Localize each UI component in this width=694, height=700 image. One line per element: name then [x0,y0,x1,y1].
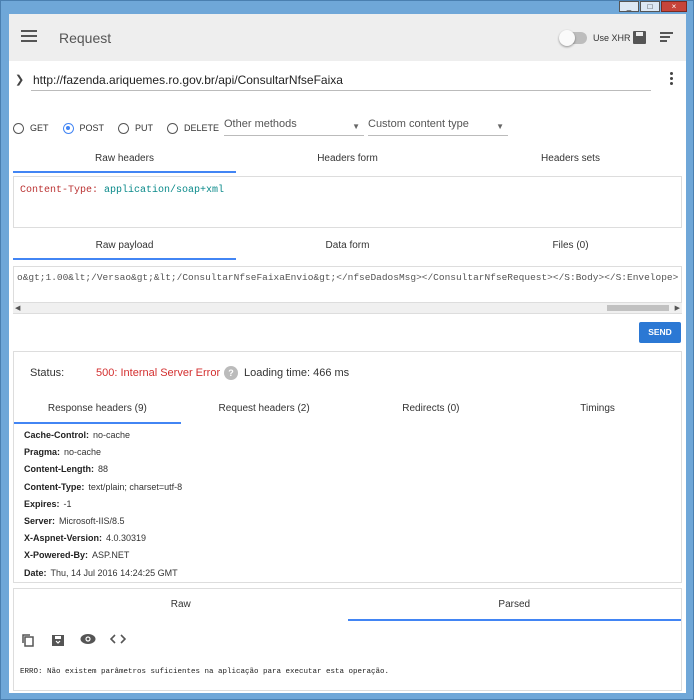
eye-icon[interactable] [80,633,96,647]
header-name: Server: [24,516,56,527]
payload-horizontal-scrollbar[interactable]: ◀ ▶ [13,302,682,313]
title-bar: _ □ × [1,1,693,13]
header-value: ASP.NET [92,550,130,561]
list-item: Expires: -1 [24,496,182,513]
list-item: Content-Length: 88 [24,461,182,478]
url-underline [31,90,651,91]
list-item: Content-Type: text/plain; charset=utf-8 [24,479,182,496]
header-name: Expires: [24,498,60,509]
tab-timings[interactable]: Timings [514,394,681,424]
sort-icon[interactable] [660,32,673,44]
chevron-right-icon[interactable]: ❯ [15,73,24,86]
method-radio-put[interactable]: PUT [118,122,154,134]
tab-raw-headers[interactable]: Raw headers [13,145,236,173]
other-methods-dropdown[interactable]: Other methods ▼ [224,118,364,136]
list-item: X-Aspnet-Version: 4.0.30319 [24,530,182,547]
header-value: Microsoft-IIS/8.5 [59,516,125,527]
tab-parsed[interactable]: Parsed [347,589,682,621]
header-name: Pragma: [24,447,61,458]
use-xhr-label: Use XHR [593,33,631,43]
tab-headers-form[interactable]: Headers form [236,145,459,173]
raw-headers-editor[interactable]: Content-Type: application/soap+xml [13,176,682,228]
method-label: PUT [135,123,154,133]
scroll-right-icon[interactable]: ▶ [675,304,680,312]
response-body-panel: Raw Parsed ERRO: Não existem parâmetros … [13,588,682,691]
url-input[interactable]: http://fazenda.ariquemes.ro.gov.br/api/C… [33,73,343,87]
header-value: application/soap+xml [104,185,225,196]
use-xhr-toggle[interactable] [559,30,587,46]
header-name: X-Aspnet-Version: [24,533,103,544]
scroll-left-icon[interactable]: ◀ [15,304,20,312]
minimize-button[interactable]: _ [619,1,639,12]
list-item: Date: Thu, 14 Jul 2016 14:24:25 GMT [24,565,182,582]
status-label: Status: [30,367,65,379]
save-icon[interactable] [633,31,646,44]
header-name: Content-Type: [24,481,85,492]
header-value: text/plain; charset=utf-8 [88,481,183,492]
payload-tabs: Raw payload Data form Files (0) [13,232,682,260]
method-selector: GET POST PUT DELETE [13,118,233,138]
more-vert-icon[interactable] [670,72,673,87]
response-body-text: ERRO: Não existem parâmetros suficientes… [20,668,390,676]
method-label: POST [79,123,105,133]
list-item: Cache-Control: no-cache [24,427,182,444]
method-label: GET [30,123,49,133]
send-button[interactable]: SEND [639,322,681,343]
status-value: 500: Internal Server Error [96,367,221,379]
header-key: Content-Type: [20,185,99,196]
other-methods-label: Other methods [224,118,297,130]
list-item: X-Powered-By: ASP.NET [24,547,182,564]
tab-headers-sets[interactable]: Headers sets [459,145,682,173]
tab-redirects[interactable]: Redirects (0) [348,394,515,424]
header-name: X-Powered-By: [24,550,89,561]
copy-icon[interactable] [20,633,36,647]
headers-tabs: Raw headers Headers form Headers sets [13,145,682,173]
response-panel: Status: 500: Internal Server Error ? Loa… [13,351,682,583]
header-value: Thu, 14 Jul 2016 14:24:25 GMT [50,567,178,578]
dropdown-arrow-icon: ▼ [496,122,504,131]
method-radio-get[interactable]: GET [13,122,49,134]
maximize-button[interactable]: □ [640,1,660,12]
browser-window: _ □ × Request Use XHR ❯ http://fazenda.a… [0,0,694,700]
tab-response-headers[interactable]: Response headers (9) [14,394,181,424]
scrollbar-thumb[interactable] [607,305,669,311]
response-headers-list: Cache-Control: no-cache Pragma: no-cache C… [24,427,182,582]
dropdown-arrow-icon: ▼ [352,122,360,131]
app-client-area: Request Use XHR ❯ http://fazenda.ariquem… [9,14,686,693]
body-actions [20,633,127,647]
header-value: -1 [63,498,72,509]
header-value: 88 [97,464,108,475]
method-radio-delete[interactable]: DELETE [167,122,220,134]
tab-files[interactable]: Files (0) [459,232,682,260]
header-value: no-cache [64,447,102,458]
save-response-icon[interactable] [50,633,66,647]
header-name: Date: [24,567,47,578]
tab-data-form[interactable]: Data form [236,232,459,260]
method-label: DELETE [184,123,220,133]
body-tabs: Raw Parsed [14,589,681,621]
url-row: ❯ http://fazenda.ariquemes.ro.gov.br/api… [9,66,686,94]
content-type-label: Custom content type [368,118,469,130]
close-button[interactable]: × [661,1,687,12]
list-item: Pragma: no-cache [24,444,182,461]
hamburger-menu-icon[interactable] [21,30,37,44]
header-value: 4.0.30319 [106,533,147,544]
code-icon[interactable] [109,633,127,647]
header-name: Cache-Control: [24,430,89,440]
tab-request-headers[interactable]: Request headers (2) [181,394,348,424]
list-item: Server: Microsoft-IIS/8.5 [24,513,182,530]
method-radio-post[interactable]: POST [62,122,105,134]
help-icon[interactable]: ? [224,366,238,380]
content-type-dropdown[interactable]: Custom content type ▼ [368,118,508,136]
header-name: Content-Length: [24,464,94,475]
tab-raw-payload[interactable]: Raw payload [13,232,236,260]
header-value: no-cache [93,430,131,440]
tab-raw[interactable]: Raw [14,589,348,621]
page-title: Request [59,30,112,46]
loading-time: Loading time: 466 ms [244,367,350,379]
app-toolbar: Request Use XHR [9,14,686,61]
response-tabs: Response headers (9) Request headers (2)… [14,394,681,424]
